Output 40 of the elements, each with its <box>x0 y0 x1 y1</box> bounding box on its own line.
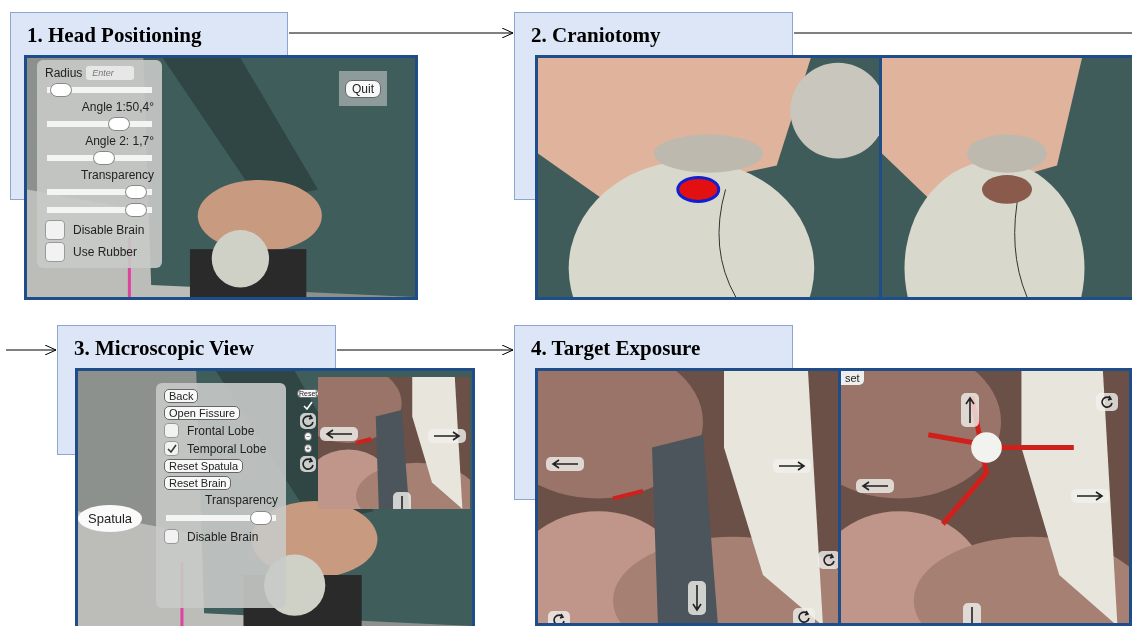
rotate-button[interactable] <box>1096 393 1118 411</box>
arrow-button[interactable] <box>546 457 584 471</box>
arrow-icon <box>965 395 975 425</box>
arrow-button[interactable] <box>773 459 811 473</box>
rotate-icon <box>1100 395 1114 409</box>
step-title: 3. Microscopic View <box>74 336 254 361</box>
slider-thumb[interactable] <box>108 117 131 131</box>
set-button[interactable]: set <box>841 371 864 385</box>
slider-label: Angle 1:50,4° <box>81 100 154 114</box>
arrow-icon <box>777 461 807 471</box>
checkbox[interactable] <box>45 220 65 240</box>
arrow-icon <box>860 481 890 491</box>
arrow-icon <box>692 583 702 613</box>
rotate-button[interactable] <box>793 608 815 623</box>
rotate-icon <box>822 553 836 567</box>
arrow-button[interactable] <box>688 581 706 615</box>
rotate-button[interactable] <box>818 551 838 569</box>
slider-label: Angle 2: 1,7° <box>85 134 154 148</box>
input-field[interactable]: Enter <box>86 66 135 80</box>
arrow-button[interactable] <box>856 479 894 493</box>
step-title: 4. Target Exposure <box>531 336 701 361</box>
arrow-icon <box>550 459 580 469</box>
slider-thumb[interactable] <box>50 83 73 97</box>
slider-thumb[interactable] <box>125 203 147 217</box>
checkbox[interactable] <box>45 242 65 262</box>
checkbox-label: Use Rubber <box>73 245 138 259</box>
slider-label: Transparency <box>81 168 154 182</box>
quit-button[interactable]: Quit <box>345 80 381 98</box>
step-title: 1. Head Positioning <box>27 23 202 48</box>
arrow-icon <box>1075 491 1105 501</box>
field-label: Radius <box>45 66 83 80</box>
rotate-icon <box>797 610 811 623</box>
checkbox-label: Disable Brain <box>73 223 145 237</box>
step-title: 2. Craniotomy <box>531 23 661 48</box>
rotate-icon <box>552 613 566 623</box>
arrow-button[interactable] <box>1071 489 1109 503</box>
connector-arrow <box>5 344 57 356</box>
slider-thumb[interactable] <box>92 151 115 165</box>
slider-thumb[interactable] <box>125 185 147 199</box>
arrow-button[interactable] <box>961 393 979 427</box>
